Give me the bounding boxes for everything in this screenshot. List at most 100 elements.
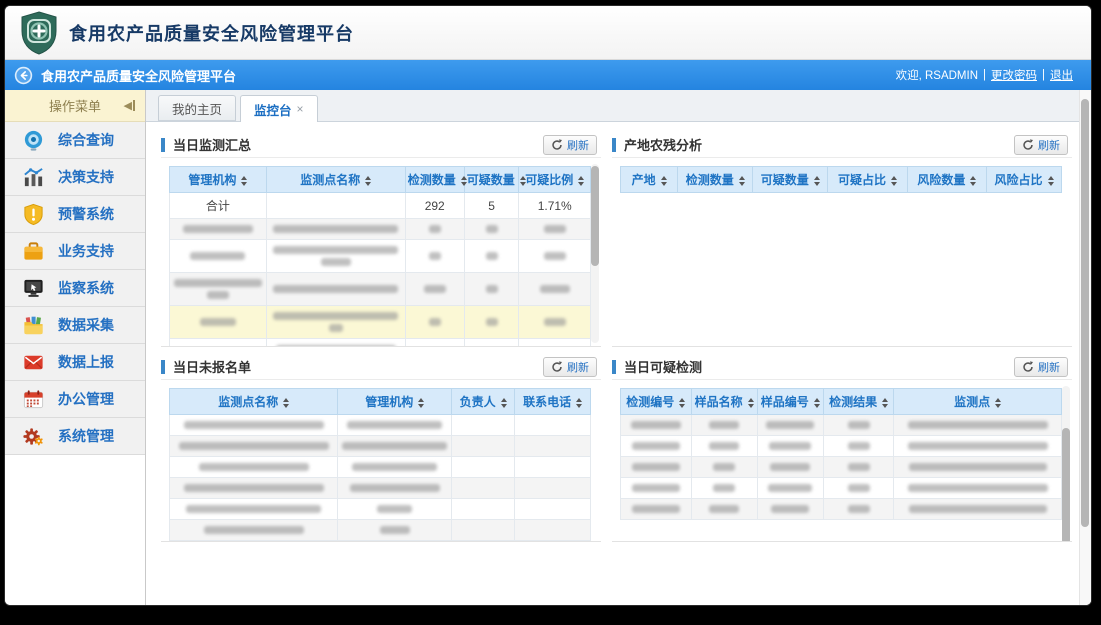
accent-bar	[612, 360, 616, 374]
refresh-label: 刷新	[1038, 359, 1060, 375]
tab-close-icon[interactable]: ×	[297, 102, 304, 116]
panel-scrollbar-thumb[interactable]	[1062, 428, 1070, 542]
sidebar-collapse-button[interactable]: ◀	[124, 99, 135, 112]
column-header-sortable[interactable]: 风险数量	[907, 167, 986, 193]
sidebar-item-supervision-system[interactable]: 监察系统	[5, 270, 145, 307]
unreported-list-table: 监测点名称管理机构负责人联系电话	[169, 388, 591, 541]
redacted-text	[770, 463, 810, 471]
panel-daily-monitoring-summary: 当日监测汇总 刷新 管理机构监测点名称检测数量可疑数量可疑比例合计29251.7…	[161, 132, 601, 347]
sidebar-item-label: 办公管理	[58, 389, 114, 409]
redacted-text	[186, 505, 321, 513]
redacted-text	[632, 484, 680, 492]
redacted-text	[766, 421, 814, 429]
column-header-sortable[interactable]: 样品名称	[691, 389, 757, 415]
refresh-button[interactable]: 刷新	[543, 357, 597, 377]
column-header-sortable[interactable]: 可疑数量	[753, 167, 828, 193]
redacted-text	[380, 526, 410, 534]
sidebar-item-query[interactable]: 综合查询	[5, 122, 145, 159]
sidebar-item-system-management[interactable]: 系统管理	[5, 418, 145, 455]
sidebar-item-data-collection[interactable]: 数据采集	[5, 307, 145, 344]
sort-icon	[679, 398, 685, 408]
sort-icon	[418, 398, 424, 408]
tab-home[interactable]: 我的主页	[158, 95, 236, 121]
sidebar-item-warning-system[interactable]: 预警系统	[5, 196, 145, 233]
column-header-sortable[interactable]: 监测点名称	[266, 167, 405, 193]
origin-analysis-table: 产地检测数量可疑数量可疑占比风险数量风险占比	[620, 166, 1062, 193]
sidebar-item-data-report[interactable]: 数据上报	[5, 344, 145, 381]
column-header-sortable[interactable]: 可疑占比	[828, 167, 907, 193]
table-row-redacted	[170, 436, 591, 457]
folder-files-icon	[22, 314, 45, 337]
sidebar-item-label: 业务支持	[58, 241, 114, 261]
column-header-sortable[interactable]: 管理机构	[170, 167, 267, 193]
column-header-sortable[interactable]: 检测编号	[621, 389, 692, 415]
refresh-button[interactable]: 刷新	[1014, 135, 1068, 155]
refresh-icon	[1022, 139, 1034, 151]
tab-label: 我的主页	[172, 99, 222, 118]
column-header-sortable[interactable]: 检测数量	[405, 167, 464, 193]
redacted-text	[429, 252, 441, 260]
redacted-text	[184, 421, 324, 429]
redacted-text	[204, 526, 304, 534]
sidebar-item-decision-support[interactable]: 决策支持	[5, 159, 145, 196]
table-row-redacted	[170, 478, 591, 499]
column-header-sortable[interactable]: 管理机构	[338, 389, 452, 415]
redacted-text	[424, 285, 446, 293]
column-header-sortable[interactable]: 风险占比	[987, 167, 1062, 193]
sidebar-item-label: 预警系统	[58, 204, 114, 224]
column-header-sortable[interactable]: 监测点名称	[170, 389, 338, 415]
redacted-text	[352, 463, 437, 471]
redacted-text	[199, 463, 309, 471]
redacted-text	[908, 442, 1048, 450]
table-row-redacted	[170, 306, 591, 339]
warning-shield-icon	[22, 203, 45, 226]
redacted-text	[429, 318, 441, 326]
redacted-text	[768, 484, 812, 492]
redacted-text	[709, 442, 739, 450]
sidebar-item-label: 数据采集	[58, 315, 114, 335]
logout-link[interactable]: 退出	[1050, 67, 1073, 83]
sort-icon	[241, 176, 247, 186]
panel-title: 当日监测汇总	[173, 135, 251, 154]
refresh-button[interactable]: 刷新	[1014, 357, 1068, 377]
table-row-redacted	[170, 499, 591, 520]
column-header-sortable[interactable]: 样品编号	[757, 389, 823, 415]
sidebar-item-office-management[interactable]: 办公管理	[5, 381, 145, 418]
redacted-text	[848, 421, 870, 429]
bar-chart-icon	[22, 166, 45, 189]
change-password-link[interactable]: 更改密码	[991, 67, 1037, 83]
panel-daily-suspicious-tests: 当日可疑检测 刷新 检测编号样品名称样品编号检测结果监测点	[612, 354, 1072, 542]
daily-summary-table: 管理机构监测点名称检测数量可疑数量可疑比例合计29251.71%	[169, 166, 591, 347]
briefcase-icon	[22, 240, 45, 263]
table-row-redacted	[621, 415, 1062, 436]
refresh-icon	[1022, 361, 1034, 373]
column-header-sortable[interactable]: 可疑数量	[464, 167, 519, 193]
panel-scrollbar-thumb[interactable]	[591, 166, 599, 266]
refresh-button[interactable]: 刷新	[543, 135, 597, 155]
topbar-title: 食用农产品质量安全风险管理平台	[41, 66, 236, 85]
redacted-text	[183, 225, 253, 233]
column-header-sortable[interactable]: 监测点	[894, 389, 1062, 415]
back-button[interactable]	[14, 66, 33, 85]
column-header-sortable[interactable]: 联系电话	[515, 389, 591, 415]
redacted-text	[321, 258, 351, 266]
column-header-sortable[interactable]: 可疑比例	[519, 167, 591, 193]
sidebar-menu-header: 操作菜单 ◀	[5, 90, 145, 122]
tab-monitor-console[interactable]: 监控台 ×	[240, 95, 318, 122]
column-header-sortable[interactable]: 负责人	[452, 389, 515, 415]
gears-icon	[22, 425, 45, 448]
app-title: 食用农产品质量安全风险管理平台	[69, 20, 354, 46]
page-scrollbar-thumb[interactable]	[1081, 99, 1089, 527]
redacted-text	[713, 463, 735, 471]
sidebar-item-business-support[interactable]: 业务支持	[5, 233, 145, 270]
column-header-sortable[interactable]: 检测结果	[823, 389, 894, 415]
redacted-text	[273, 246, 398, 254]
redacted-text	[273, 312, 398, 320]
column-header-sortable[interactable]: 产地	[621, 167, 678, 193]
panel-title: 当日可疑检测	[624, 357, 702, 376]
summary-row: 合计29251.71%	[170, 193, 591, 219]
accent-bar	[161, 138, 165, 152]
panel-origin-pesticide-analysis: 产地农残分析 刷新 产地检测数量可疑数量可疑占比风险数量风险占比	[612, 132, 1072, 347]
column-header-sortable[interactable]: 检测数量	[678, 167, 753, 193]
menu-header-label: 操作菜单	[49, 96, 101, 115]
